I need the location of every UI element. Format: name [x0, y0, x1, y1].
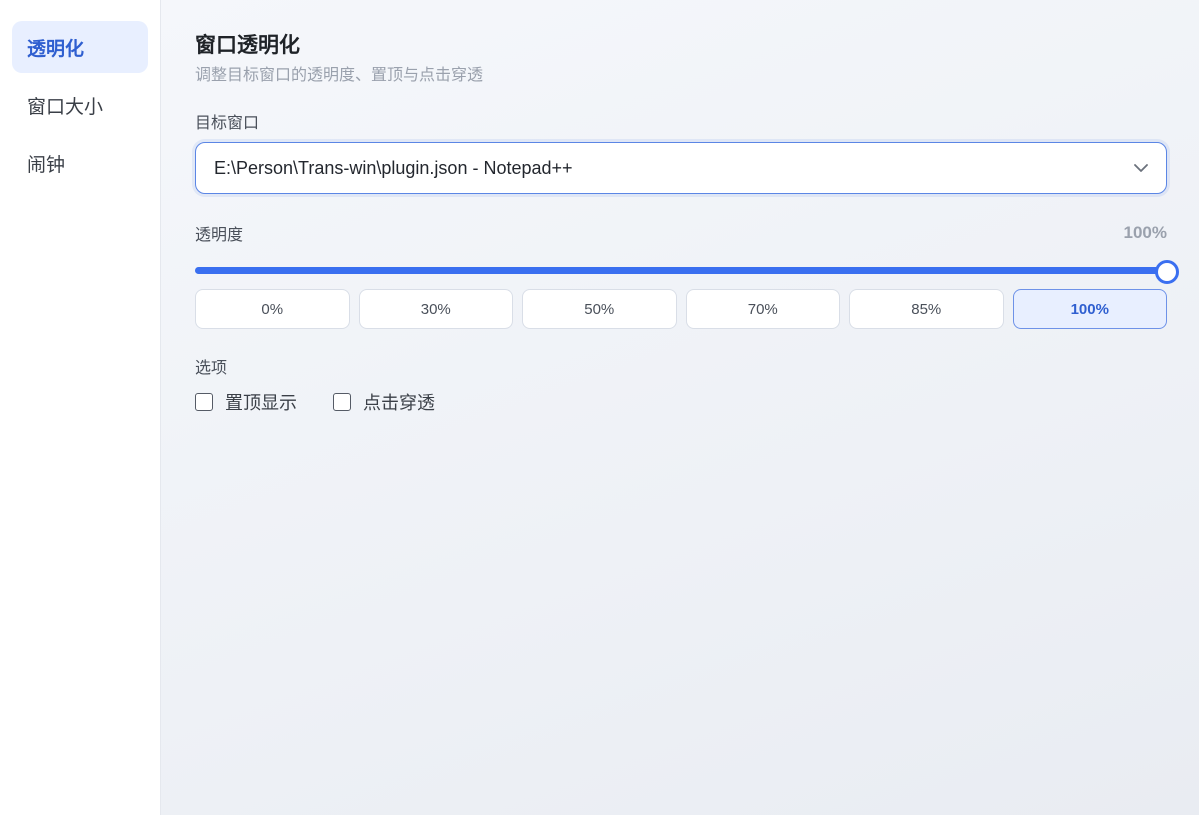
chevron-down-icon [1132, 159, 1150, 177]
opacity-slider[interactable] [195, 260, 1179, 284]
options-group: 置顶显示 点击穿透 [195, 389, 1167, 415]
sidebar-item-window-size[interactable]: 窗口大小 [12, 79, 148, 131]
preset-button-0[interactable]: 0% [195, 289, 350, 329]
opacity-value: 100% [1123, 223, 1167, 242]
option-click-through[interactable]: 点击穿透 [333, 389, 435, 415]
sidebar-item-alarm[interactable]: 闹钟 [12, 137, 148, 189]
target-window-label: 目标窗口 [195, 113, 260, 132]
always-on-top-checkbox[interactable] [195, 393, 213, 411]
option-always-on-top[interactable]: 置顶显示 [195, 389, 297, 415]
slider-fill [195, 267, 1167, 274]
sidebar-item-label: 闹钟 [27, 153, 66, 176]
preset-button-100[interactable]: 100% [1012, 289, 1167, 329]
slider-thumb[interactable] [1155, 260, 1179, 284]
preset-button-30[interactable]: 30% [358, 289, 513, 329]
option-label: 置顶显示 [225, 393, 297, 414]
page-title: 窗口透明化 [195, 33, 300, 57]
click-through-checkbox[interactable] [333, 393, 351, 411]
preset-button-70[interactable]: 70% [685, 289, 840, 329]
option-label: 点击穿透 [363, 393, 435, 414]
options-label: 选项 [195, 358, 228, 377]
opacity-presets: 0% 30% 50% 70% 85% 100% [195, 289, 1167, 329]
preset-button-85[interactable]: 85% [849, 289, 1004, 329]
sidebar: 透明化 窗口大小 闹钟 [0, 0, 161, 815]
sidebar-item-label: 透明化 [27, 37, 85, 60]
sidebar-item-transparency[interactable]: 透明化 [12, 21, 148, 73]
preset-button-50[interactable]: 50% [522, 289, 677, 329]
opacity-label: 透明度 [195, 225, 244, 244]
target-window-select[interactable]: E:\Person\Trans-win\plugin.json - Notepa… [195, 142, 1167, 194]
opacity-header: 透明度 100% [195, 222, 1167, 244]
target-window-value: E:\Person\Trans-win\plugin.json - Notepa… [214, 157, 573, 178]
sidebar-item-label: 窗口大小 [27, 95, 104, 118]
main-panel: 窗口透明化 调整目标窗口的透明度、置顶与点击穿透 目标窗口 E:\Person\… [161, 0, 1199, 815]
page-subtitle: 调整目标窗口的透明度、置顶与点击穿透 [195, 65, 484, 84]
